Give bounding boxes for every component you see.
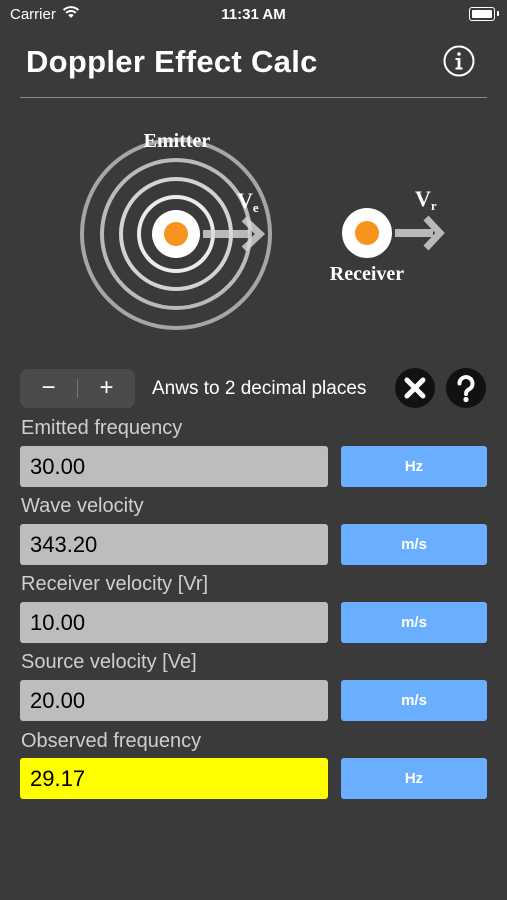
receiver-label: Receiver (330, 263, 405, 285)
decrement-button[interactable]: − (20, 369, 77, 408)
info-icon[interactable] (443, 45, 475, 77)
close-icon (404, 377, 426, 399)
clock: 11:31 AM (221, 6, 286, 23)
receiver-velocity-field[interactable]: 10.00 (20, 602, 328, 643)
observed-frequency-label: Observed frequency (21, 730, 202, 752)
emitted-frequency-unit-button[interactable]: Hz (341, 446, 487, 487)
doppler-diagram: Emitter Ve Vr Receiver (80, 130, 445, 330)
source-velocity-unit-button[interactable]: m/s (341, 680, 487, 721)
wave-velocity-unit-button[interactable]: m/s (341, 524, 487, 565)
wave-velocity-field[interactable]: 343.20 (20, 524, 328, 565)
battery-icon (469, 7, 499, 21)
emitted-frequency-field[interactable]: 30.00 (20, 446, 328, 487)
observed-frequency-field: 29.17 (20, 758, 328, 799)
receiver-dot (355, 221, 379, 245)
page-title: Doppler Effect Calc (26, 44, 318, 79)
vr-label: Vr (415, 186, 437, 213)
emitter-dot (164, 222, 188, 246)
emitted-frequency-label: Emitted frequency (21, 417, 183, 439)
ve-label: Ve (237, 188, 259, 215)
question-icon (457, 375, 475, 403)
help-button[interactable] (446, 368, 486, 408)
decimal-places-text: Anws to 2 decimal places (152, 378, 367, 399)
receiver-velocity-label: Receiver velocity [Vr] (21, 573, 209, 595)
receiver-velocity-unit-button[interactable]: m/s (341, 602, 487, 643)
source-velocity-label: Source velocity [Ve] (21, 651, 197, 673)
status-bar: Carrier 11:31 AM (0, 0, 507, 30)
decimal-stepper[interactable]: − + (20, 369, 135, 408)
observed-frequency-unit-button[interactable]: Hz (341, 758, 487, 799)
increment-button[interactable]: + (78, 369, 135, 408)
source-velocity-field[interactable]: 20.00 (20, 680, 328, 721)
wave-velocity-label: Wave velocity (21, 495, 144, 517)
receiver-arrow-icon (395, 215, 445, 251)
header-divider (20, 97, 487, 98)
clear-button[interactable] (395, 368, 435, 408)
